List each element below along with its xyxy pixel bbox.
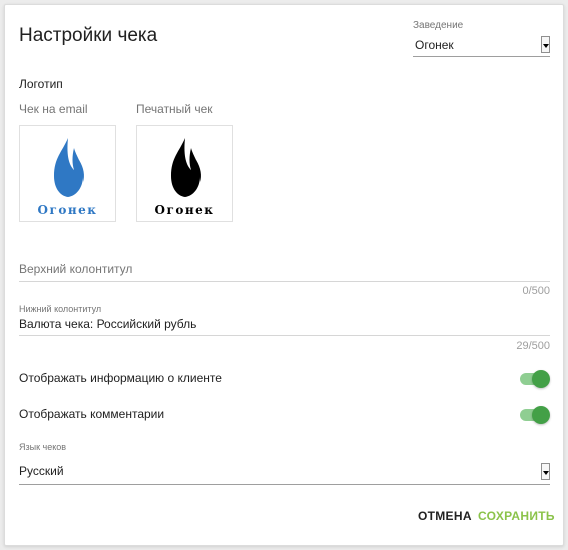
receipt-header-counter: 0/500 [522, 285, 550, 297]
receipt-header-field[interactable]: Верхний колонтитул 0/500 [19, 259, 550, 299]
print-logo-brand-text: Огонек [154, 203, 215, 217]
toggle-thumb [532, 370, 550, 388]
page-title: Настройки чека [19, 25, 158, 46]
comments-toggle-label: Отображать комментарии [19, 407, 165, 421]
comments-toggle[interactable] [520, 406, 550, 424]
receipt-language-label: Язык чеков [19, 442, 67, 452]
receipt-settings-dialog: Настройки чека Заведение Огонек Логотип … [4, 4, 564, 546]
logo-section-heading: Логотип [19, 77, 63, 91]
toggle-thumb [532, 406, 550, 424]
venue-select-value: Огонек [415, 38, 454, 52]
receipt-footer-field[interactable]: Нижний колонтитул Валюта чека: Российски… [19, 304, 550, 354]
receipt-footer-underline [19, 335, 550, 336]
email-logo-brand-text: Огонек [37, 203, 98, 217]
receipt-language-value: Русский [19, 464, 64, 478]
flame-logo-icon [54, 138, 84, 197]
save-button[interactable]: СОХРАНИТЬ [478, 509, 555, 523]
email-logo-label: Чек на email [19, 102, 88, 116]
email-logo-upload[interactable]: Огонек [19, 125, 116, 222]
dropdown-arrow-icon[interactable] [541, 463, 550, 480]
receipt-footer-label: Нижний колонтитул [19, 304, 102, 314]
client-info-toggle-label: Отображать информацию о клиенте [19, 371, 222, 385]
venue-select[interactable]: Огонек [413, 34, 550, 57]
dropdown-arrow-icon[interactable] [541, 36, 550, 53]
comments-toggle-row: Отображать комментарии [19, 404, 550, 426]
flame-logo-icon [171, 138, 201, 197]
venue-label: Заведение [413, 20, 464, 31]
client-info-toggle[interactable] [520, 370, 550, 388]
client-info-toggle-row: Отображать информацию о клиенте [19, 368, 550, 390]
receipt-header-underline [19, 281, 550, 282]
receipt-footer-counter: 29/500 [516, 340, 550, 352]
receipt-language-select[interactable]: Русский [19, 458, 550, 485]
print-logo-upload[interactable]: Огонек [136, 125, 233, 222]
receipt-footer-value: Валюта чека: Российский рубль [19, 317, 197, 331]
receipt-header-placeholder: Верхний колонтитул [19, 262, 133, 276]
cancel-button[interactable]: ОТМЕНА [418, 509, 472, 523]
print-logo-label: Печатный чек [136, 102, 213, 116]
